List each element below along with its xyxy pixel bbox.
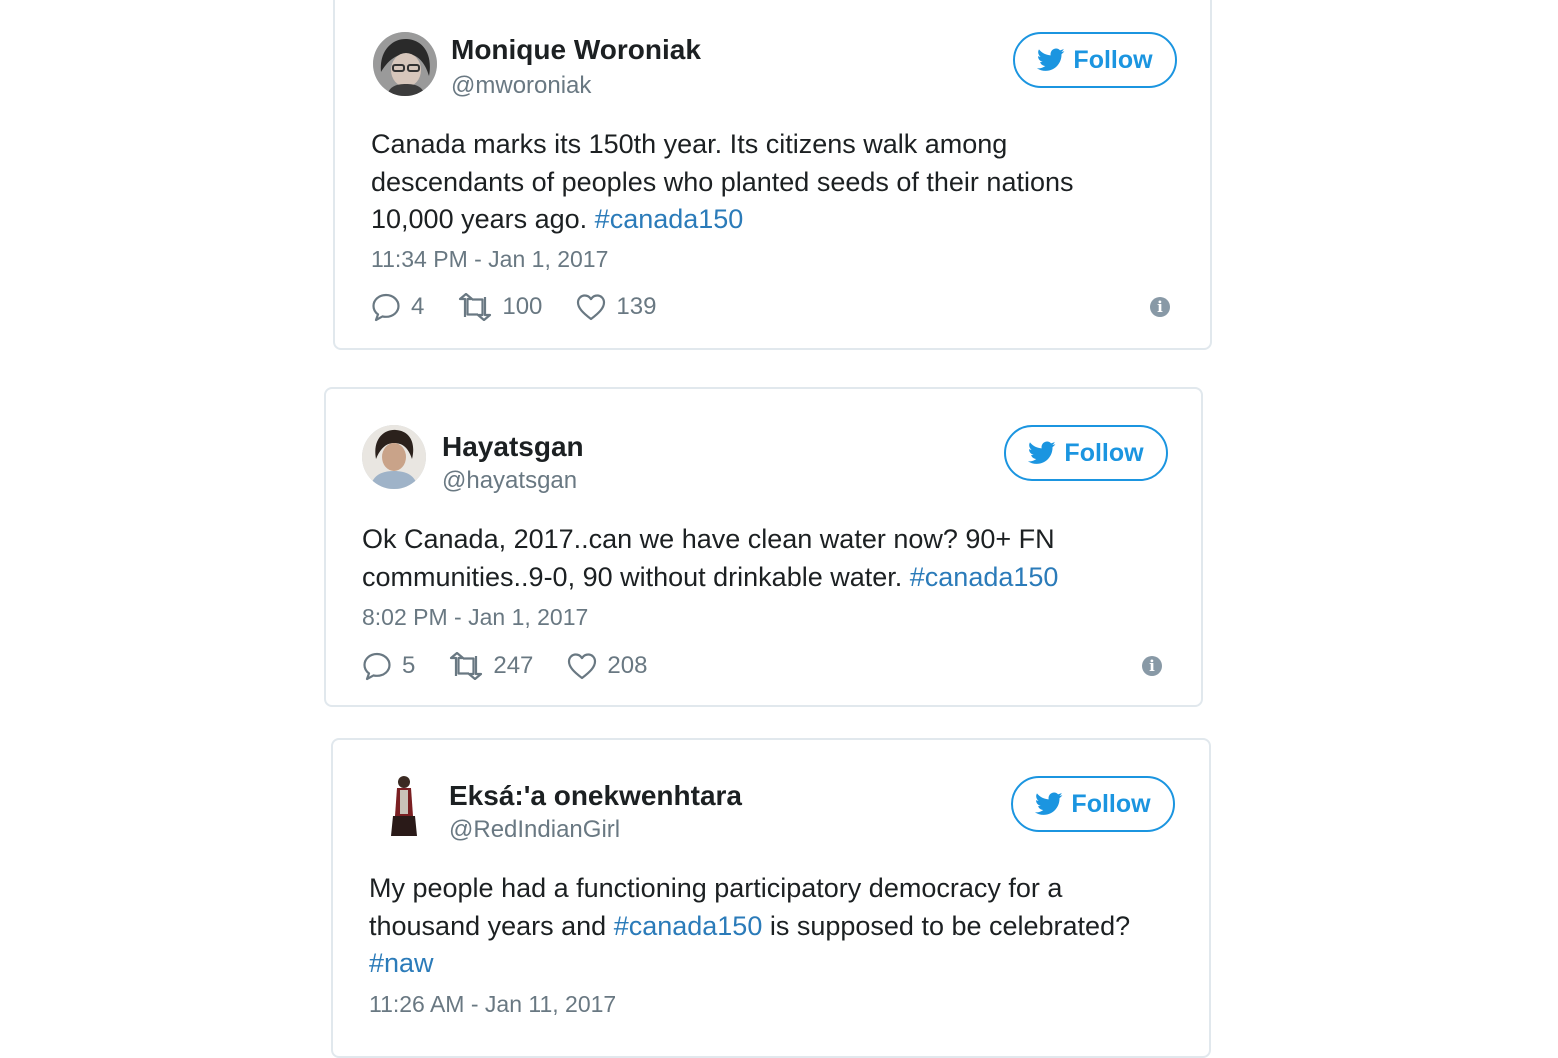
like-count: 139	[616, 293, 657, 320]
tweet-text: My people had a functioning participator…	[369, 870, 1189, 983]
hashtag-link[interactable]: #canada150	[595, 204, 744, 234]
user-name[interactable]: Eksá:'a onekwenhtara	[449, 780, 742, 812]
retweet-icon	[459, 293, 492, 321]
avatar[interactable]	[371, 776, 435, 840]
avatar-image	[373, 32, 437, 96]
tweet-card: Hayatsgan @hayatsgan Follow Ok Canada, 2…	[324, 387, 1203, 707]
user-handle[interactable]: @hayatsgan	[442, 467, 577, 495]
tweet-text-line: Canada marks its 150th year. Its citizen…	[371, 129, 1008, 159]
follow-label: Follow	[1064, 438, 1144, 467]
follow-label: Follow	[1073, 45, 1153, 74]
tweet-text: Canada marks its 150th year. Its citizen…	[371, 126, 1171, 239]
tweet-text: Ok Canada, 2017..can we have clean water…	[362, 521, 1182, 596]
hashtag-link[interactable]: #naw	[369, 948, 434, 978]
tweet-text-line: is supposed to be celebrated?	[762, 910, 1131, 941]
avatar-image	[371, 776, 435, 840]
user-name[interactable]: Monique Woroniak	[451, 34, 701, 66]
retweet-icon	[450, 652, 483, 680]
tweet-timestamp[interactable]: 11:34 PM - Jan 1, 2017	[371, 245, 608, 273]
like-action[interactable]: 139	[576, 293, 656, 321]
reply-icon	[363, 652, 391, 681]
follow-button[interactable]: Follow	[1004, 425, 1168, 481]
user-handle[interactable]: @mworoniak	[451, 72, 591, 100]
tweet-text-line: descendants of peoples who planted seeds…	[371, 166, 1074, 197]
reply-action[interactable]: 5	[362, 651, 415, 681]
twitter-bird-icon	[1035, 792, 1063, 815]
heart-icon	[577, 294, 606, 321]
tweet-text-line: communities..9-0, 90 without drinkable w…	[362, 561, 910, 592]
retweet-action[interactable]: 247	[449, 652, 533, 680]
heart-icon	[568, 653, 597, 680]
reply-count: 5	[402, 652, 416, 679]
tweet-text-line: 10,000 years ago.	[371, 204, 595, 234]
tweet-card: Monique Woroniak @mworoniak Follow Canad…	[333, 0, 1212, 350]
info-icon[interactable]: i	[1150, 297, 1170, 317]
tweet-actions: 5 247 208	[362, 651, 681, 681]
retweet-action[interactable]: 100	[458, 293, 542, 321]
retweet-count: 247	[493, 652, 534, 679]
like-count: 208	[607, 652, 648, 679]
retweet-count: 100	[502, 293, 543, 320]
follow-button[interactable]: Follow	[1011, 776, 1175, 832]
reply-icon	[372, 293, 400, 322]
tweet-timestamp[interactable]: 8:02 PM - Jan 1, 2017	[362, 603, 588, 631]
tweet-text-line: My people had a functioning participator…	[369, 873, 1063, 903]
twitter-bird-icon	[1028, 441, 1056, 464]
tweet-card: Eksá:'a onekwenhtara @RedIndianGirl Foll…	[331, 738, 1211, 1058]
tweet-timestamp[interactable]: 11:26 AM - Jan 11, 2017	[369, 990, 616, 1018]
follow-button[interactable]: Follow	[1013, 32, 1177, 88]
avatar[interactable]	[373, 32, 437, 96]
tweet-text-line: Ok Canada, 2017..can we have clean water…	[362, 524, 1055, 554]
like-action[interactable]: 208	[567, 652, 647, 680]
avatar[interactable]	[362, 425, 426, 489]
follow-label: Follow	[1071, 789, 1151, 818]
hashtag-link[interactable]: #canada150	[614, 911, 763, 941]
tweet-actions: 4 100 139	[371, 292, 690, 322]
user-handle[interactable]: @RedIndianGirl	[449, 816, 620, 844]
twitter-bird-icon	[1037, 48, 1065, 71]
avatar-image	[362, 425, 426, 489]
reply-action[interactable]: 4	[371, 292, 424, 322]
hashtag-link[interactable]: #canada150	[910, 562, 1059, 592]
info-icon[interactable]: i	[1142, 656, 1162, 676]
user-name[interactable]: Hayatsgan	[442, 431, 584, 463]
reply-count: 4	[411, 293, 425, 320]
tweet-text-line: thousand years and	[369, 910, 614, 941]
